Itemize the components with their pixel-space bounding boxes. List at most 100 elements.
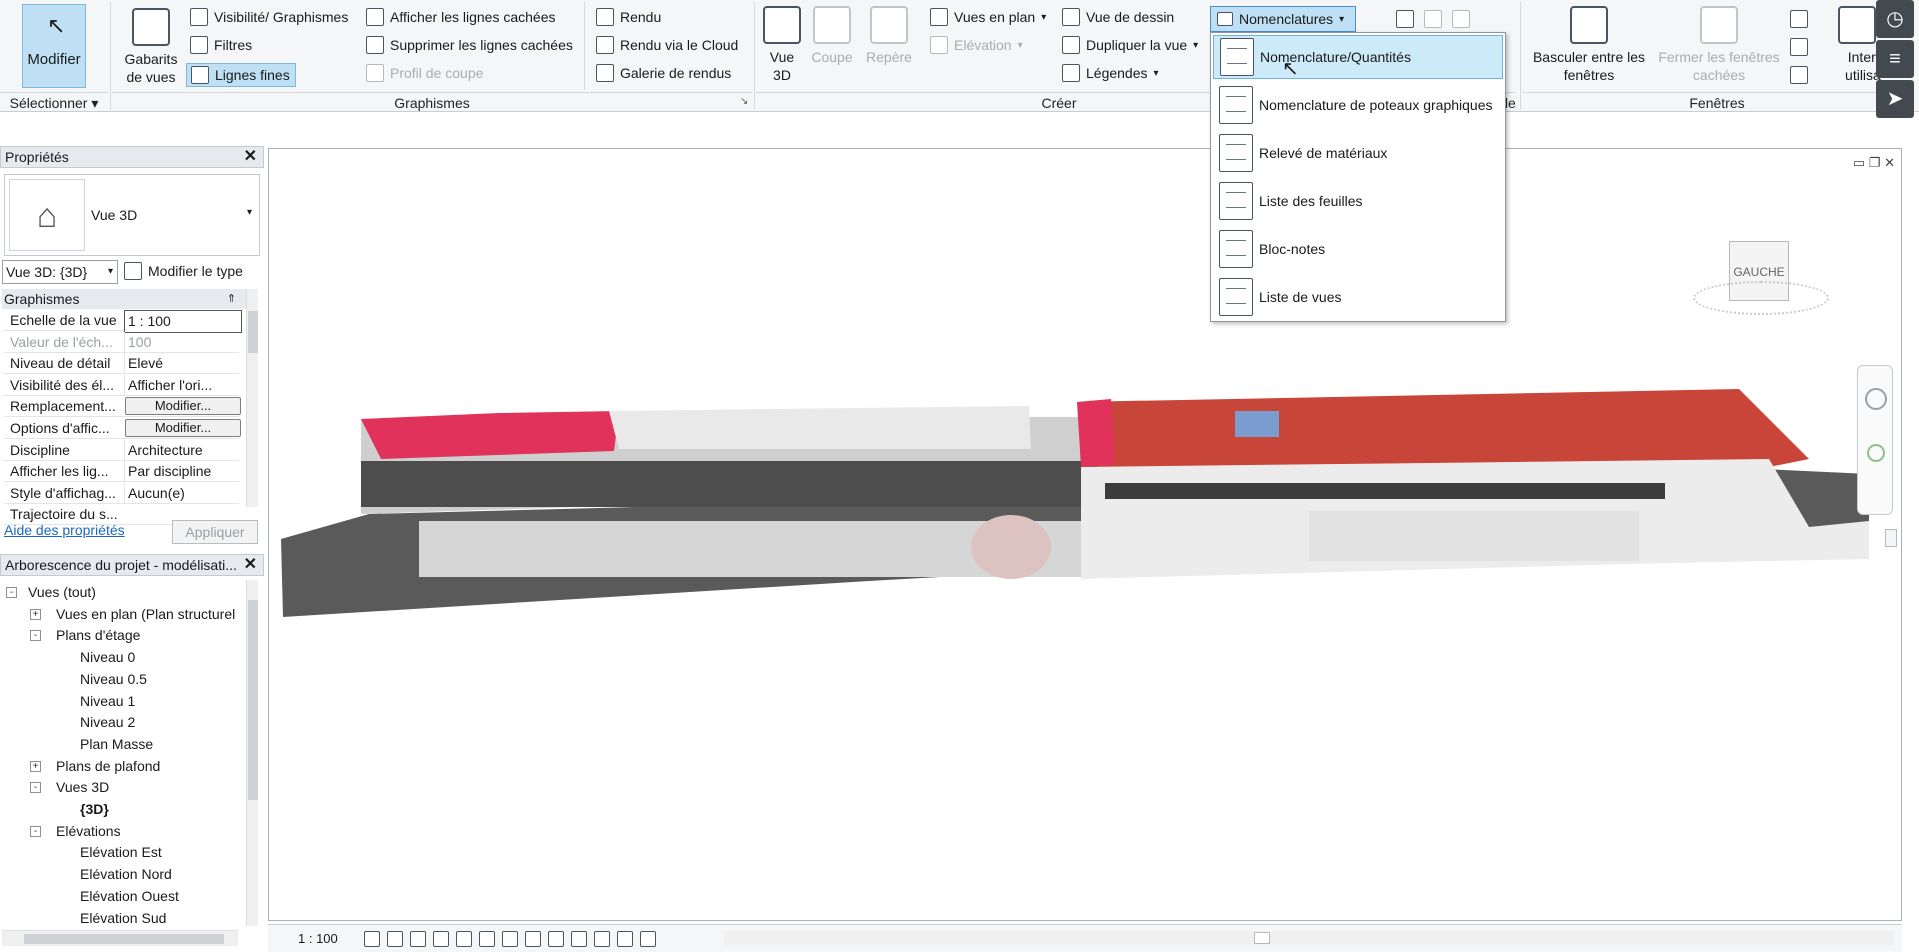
group-label-selectionner[interactable]: Sélectionner ▾ — [0, 92, 108, 112]
tree-node[interactable]: Vues 3D — [56, 777, 109, 797]
instance-selector[interactable]: Vue 3D: {3D} ▾ — [2, 260, 118, 284]
tree-node[interactable]: Plans de plafond — [56, 756, 160, 776]
rendu-cloud-button[interactable]: Rendu via le Cloud — [596, 36, 738, 54]
lock-view-icon[interactable] — [525, 931, 541, 947]
section-graphismes[interactable]: Graphismes ⇑ — [2, 289, 246, 309]
property-row[interactable]: Visibilité des él... Afficher l'ori... — [4, 374, 239, 396]
steering-wheel-icon[interactable] — [1865, 388, 1887, 410]
sun-path-icon[interactable] — [410, 931, 426, 947]
collapse-icon[interactable]: - — [6, 587, 17, 598]
property-row[interactable]: Valeur de l'éch... 100 — [4, 331, 239, 353]
show-crop-icon[interactable] — [502, 931, 518, 947]
property-row[interactable]: Options d'affic... Modifier... — [4, 418, 241, 439]
nomenclatures-button[interactable]: Nomenclatures ▾ — [1210, 6, 1356, 32]
history-clock-icon[interactable]: ◷ — [1876, 0, 1914, 38]
collapse-icon[interactable]: - — [30, 630, 41, 642]
worksharing-icon[interactable] — [594, 931, 610, 947]
tree-node[interactable]: Niveau 2 — [80, 712, 135, 732]
detail-level-icon[interactable] — [364, 931, 380, 947]
dialog-launcher-icon[interactable]: ↘ — [740, 96, 748, 107]
gabarits-button[interactable]: Gabarits de vues — [118, 8, 184, 86]
menu-item-nomenclature-quantites[interactable]: Nomenclature/Quantités — [1213, 35, 1503, 79]
modifier-button[interactable]: ↖ Modifier — [22, 4, 86, 88]
expand-icon[interactable]: + — [30, 760, 41, 772]
layers-icon[interactable]: ≡ — [1876, 40, 1914, 78]
visual-style-icon[interactable] — [387, 931, 403, 947]
coupe-button[interactable]: Coupe — [808, 6, 856, 66]
close-icon[interactable]: ✕ — [244, 147, 257, 167]
property-row[interactable]: Remplacement... Modifier... — [4, 396, 241, 418]
3d-viewport[interactable]: ▭ ❐ ✕ GAUCHE — [268, 148, 1902, 921]
tile-icon[interactable] — [1790, 66, 1808, 84]
hide-isolate-icon[interactable] — [548, 931, 564, 947]
afficher-lignes-cachees-button[interactable]: Afficher les lignes cachées — [366, 8, 556, 26]
rendering-dialog-icon[interactable] — [456, 931, 472, 947]
menu-item-releve-materiaux[interactable]: Relevé de matériaux — [1213, 131, 1503, 175]
menu-item-nomenclature-poteaux[interactable]: Nomenclature de poteaux graphiques — [1213, 83, 1503, 127]
tree-node[interactable]: Vues (tout) — [28, 582, 96, 602]
view-scale[interactable]: 1 : 100 — [298, 931, 338, 946]
menu-item-liste-feuilles[interactable]: Liste des feuilles — [1213, 179, 1503, 223]
property-row[interactable]: Style d'affichag... Aucun(e) — [4, 482, 239, 504]
viewcube-compass-ring[interactable] — [1693, 281, 1829, 315]
tree-node[interactable]: Niveau 1 — [80, 691, 135, 711]
tree-node[interactable]: Plan Masse — [80, 734, 153, 754]
vue-dessin-button[interactable]: Vue de dessin — [1062, 8, 1174, 26]
rendu-button[interactable]: Rendu — [596, 8, 661, 26]
vue3d-button[interactable]: Vue 3D — [760, 6, 804, 84]
send-icon[interactable]: ➤ — [1876, 80, 1914, 118]
profil-coupe-button[interactable]: Profil de coupe — [366, 64, 483, 82]
tree-node[interactable]: Niveau 0 — [80, 647, 135, 667]
tree-node[interactable]: {3D} — [80, 799, 109, 819]
tree-node[interactable]: Niveau 0.5 — [80, 669, 147, 689]
lignes-fines-button[interactable]: Lignes fines — [186, 63, 296, 87]
crop-view-icon[interactable] — [479, 931, 495, 947]
property-row[interactable]: Discipline Architecture — [4, 439, 239, 461]
properties-scrollbar[interactable] — [246, 289, 258, 507]
title-block-icon[interactable] — [1424, 10, 1442, 28]
repere-button[interactable]: Repère — [862, 6, 916, 66]
aide-proprietes-link[interactable]: Aide des propriétés — [4, 522, 125, 538]
menu-item-bloc-notes[interactable]: Bloc-notes — [1213, 227, 1503, 271]
viewport-hscroll[interactable] — [724, 931, 1894, 945]
analytical-model-icon[interactable] — [640, 931, 656, 947]
type-selector[interactable]: ⌂ Vue 3D ▾ — [4, 174, 260, 256]
temporary-props-icon[interactable] — [617, 931, 633, 947]
tree-node[interactable]: Plans d'étage — [56, 625, 140, 645]
sheet-icon[interactable] — [1396, 10, 1414, 28]
navigation-bar[interactable] — [1857, 365, 1893, 515]
shadows-icon[interactable] — [433, 931, 449, 947]
tree-node[interactable]: Elévation Est — [80, 842, 162, 862]
revisions-icon[interactable] — [1452, 10, 1470, 28]
legendes-button[interactable]: Légendes ▾ — [1062, 64, 1159, 82]
supprimer-lignes-cachees-button[interactable]: Supprimer les lignes cachées — [366, 36, 573, 54]
zoom-icon[interactable] — [1867, 444, 1885, 462]
basculer-fenetres-button[interactable]: Basculer entre les fenêtres — [1530, 6, 1648, 84]
property-value[interactable]: 1 : 100 — [124, 310, 242, 333]
viewport-vscroll[interactable] — [1885, 529, 1897, 547]
collapse-icon[interactable]: - — [30, 825, 41, 837]
visibilite-button[interactable]: Visibilité/ Graphismes — [190, 8, 348, 26]
tree-scrollbar[interactable] — [246, 580, 258, 926]
reveal-hidden-icon[interactable] — [571, 931, 587, 947]
fermer-fenetres-button[interactable]: Fermer les fenêtres cachées — [1654, 6, 1784, 84]
tree-node[interactable]: Vues en plan (Plan structurel — [56, 604, 235, 624]
collapse-icon[interactable]: - — [30, 782, 41, 794]
tree-node[interactable]: Elévations — [56, 821, 121, 841]
property-modify-button[interactable]: Modifier... — [125, 419, 241, 437]
galerie-rendus-button[interactable]: Galerie de rendus — [596, 64, 731, 82]
elevation-button[interactable]: Elévation ▾ — [930, 36, 1023, 54]
cascade-icon[interactable] — [1790, 38, 1808, 56]
tree-node[interactable]: Elévation Nord — [80, 864, 172, 884]
property-modify-button[interactable]: Modifier... — [125, 397, 241, 416]
vues-en-plan-button[interactable]: Vues en plan ▾ — [930, 8, 1046, 26]
expand-icon[interactable]: + — [30, 608, 41, 620]
filtres-button[interactable]: Filtres — [190, 36, 252, 54]
tree-hscrollbar[interactable] — [2, 930, 238, 946]
property-row[interactable]: Echelle de la vue 1 : 100 — [4, 310, 242, 333]
appliquer-button[interactable]: Appliquer — [172, 520, 258, 544]
property-row[interactable]: Afficher les lig... Par discipline — [4, 461, 239, 483]
close-icon[interactable]: ✕ — [244, 555, 257, 575]
interface-utilisateur-button[interactable]: Interface utilisateur — [1832, 6, 1882, 84]
property-row[interactable]: Niveau de détail Elevé — [4, 353, 239, 375]
